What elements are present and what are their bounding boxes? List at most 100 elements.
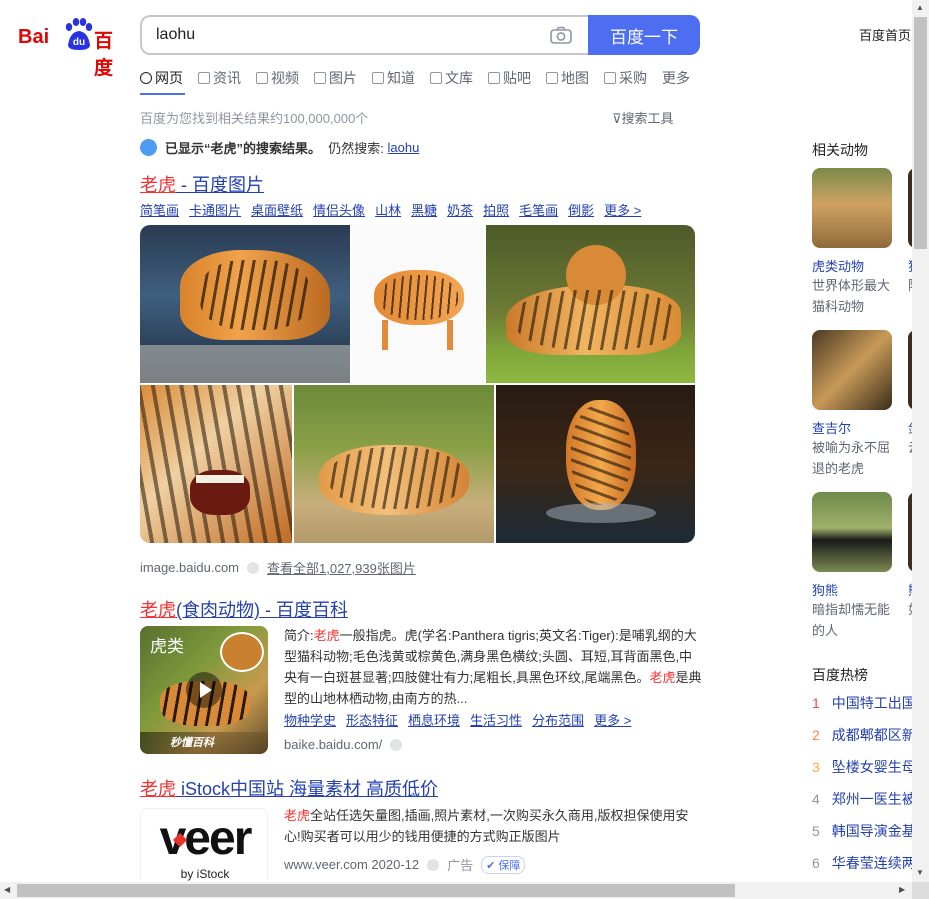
tab-4[interactable]: 知道 — [372, 68, 415, 88]
baike-source-url[interactable]: baike.baidu.com/ — [284, 737, 382, 752]
active-tab-underline — [140, 93, 185, 95]
tab-7[interactable]: 地图 — [546, 68, 589, 88]
horizontal-scrollbar-thumb[interactable] — [17, 884, 735, 897]
veer-source-url[interactable]: www.veer.com 2020-12 — [284, 857, 419, 872]
tiger-image-1[interactable] — [140, 225, 350, 383]
image-sublink[interactable]: 桌面壁纸 — [251, 200, 303, 219]
tiger-image-6[interactable] — [496, 385, 695, 543]
notice-still: 仍然搜索: — [328, 141, 384, 156]
scroll-right-arrow-icon[interactable]: ▶ — [899, 885, 905, 894]
image-sublink[interactable]: 毛笔画 — [519, 200, 558, 219]
tieba-icon — [488, 72, 500, 84]
veer-logo-text: veer — [159, 812, 253, 865]
related-animal-name[interactable]: 查吉尔 — [812, 418, 851, 437]
image-sublink[interactable]: 黑糖 — [411, 200, 437, 219]
tab-0[interactable]: 网页 — [140, 68, 183, 88]
hot-title[interactable]: 华春莹连续两 — [832, 853, 912, 873]
veer-logo-thumbnail[interactable]: veer by iStock — [140, 808, 268, 888]
search-tools-button[interactable]: ⊽搜索工具 — [612, 108, 674, 127]
chevron-down-icon[interactable] — [427, 858, 440, 871]
hot-list-row[interactable]: 5 韩国导演金基 — [812, 815, 912, 847]
result-image-title[interactable]: 老虎 - 百度图片 — [140, 171, 264, 197]
image-sublink[interactable]: 情侣头像 — [313, 200, 365, 219]
image-sublink[interactable]: 简笔画 — [140, 200, 179, 219]
tab-5[interactable]: 文库 — [430, 68, 473, 88]
hot-list-row[interactable]: 4 郑州一医生被 — [812, 783, 912, 815]
doc-icon — [430, 72, 442, 84]
related-animal-image[interactable] — [812, 168, 892, 248]
baike-sublink[interactable]: 更多 > — [594, 710, 631, 729]
tab-8[interactable]: 采购 — [604, 68, 647, 88]
result-veer-title[interactable]: 老虎 iStock中国站 海量素材 高质低价 — [140, 775, 438, 801]
hot-list-row[interactable]: 6 华春莹连续两 — [812, 847, 912, 879]
image-sublink[interactable]: 拍照 — [483, 200, 509, 219]
chevron-down-icon[interactable] — [247, 561, 259, 574]
related-animal-desc: 被喻为永不屈退的老虎 — [812, 440, 891, 476]
tab-label: 文库 — [445, 70, 473, 86]
baike-sublink[interactable]: 分布范围 — [532, 710, 584, 729]
original-query-link[interactable]: laohu — [388, 140, 420, 155]
image-sublink[interactable]: 奶茶 — [447, 200, 473, 219]
result-baike-title[interactable]: 老虎(食肉动物) - 百度百科 — [140, 596, 348, 622]
related-animal-name[interactable]: 虎类动物 — [812, 256, 864, 275]
shield-icon: ✔ — [486, 859, 496, 872]
search-input[interactable] — [156, 26, 536, 44]
tab-6[interactable]: 贴吧 — [488, 68, 531, 88]
tab-9[interactable]: 更多 — [662, 68, 690, 88]
scroll-up-arrow-icon[interactable]: ▲ — [916, 3, 924, 12]
tab-2[interactable]: 视频 — [256, 68, 299, 88]
result-title-highlight[interactable]: 老虎 — [140, 175, 176, 195]
related-animal-image[interactable] — [812, 330, 892, 410]
scroll-down-arrow-icon[interactable]: ▼ — [916, 868, 924, 877]
tiger-image-3[interactable] — [486, 225, 695, 383]
image-source-url[interactable]: image.baidu.com — [140, 560, 239, 575]
camera-icon[interactable] — [550, 26, 572, 44]
baike-sublink[interactable]: 形态特征 — [346, 710, 398, 729]
chevron-down-icon[interactable] — [390, 738, 403, 751]
baike-video-thumbnail[interactable]: 虎类 秒懂百科 — [140, 626, 268, 754]
hot-title[interactable]: 坠楼女婴生母 — [832, 757, 912, 777]
veer-source: www.veer.com 2020-12 广告 ✔ 保障 — [284, 855, 526, 874]
related-animal-image[interactable] — [812, 492, 892, 572]
vertical-scrollbar-thumb[interactable] — [914, 17, 927, 249]
search-button[interactable]: 百度一下 — [588, 15, 700, 55]
hot-list-row[interactable]: 3 坠楼女婴生母 — [812, 751, 912, 783]
baike-sublink[interactable]: 栖息环境 — [408, 710, 460, 729]
baidu-home-link[interactable]: 百度首页 — [859, 25, 911, 44]
result-title-rest[interactable]: (食肉动物) - 百度百科 — [176, 600, 348, 620]
play-icon[interactable] — [186, 672, 222, 708]
related-animal-name[interactable]: 狗熊 — [812, 580, 838, 599]
baike-sublink[interactable]: 物种学史 — [284, 710, 336, 729]
tab-1[interactable]: 资讯 — [198, 68, 241, 88]
image-sublink[interactable]: 山林 — [375, 200, 401, 219]
tiger-image-4[interactable] — [140, 385, 292, 543]
image-sublink[interactable]: 更多 > — [604, 200, 641, 219]
guarantee-badge[interactable]: ✔ 保障 — [481, 855, 526, 874]
image-sublink[interactable]: 卡通图片 — [189, 200, 241, 219]
tiger-image-2[interactable] — [352, 225, 484, 383]
scroll-left-arrow-icon[interactable]: ◀ — [4, 885, 10, 894]
result-title-highlight[interactable]: 老虎 — [140, 779, 176, 799]
result-title-highlight[interactable]: 老虎 — [140, 600, 176, 620]
hot-rank: 1 — [812, 695, 820, 711]
hot-list-row[interactable]: 2 成都郫都区新 — [812, 719, 912, 751]
baike-sublink[interactable]: 生活习性 — [470, 710, 522, 729]
view-all-images-link[interactable]: 查看全部1,027,939张图片 — [267, 558, 416, 577]
baidu-logo[interactable]: Bai du 百度 — [18, 17, 124, 79]
filter-icon: ⊽ — [612, 111, 622, 126]
tiger-image-grid — [140, 225, 695, 543]
hot-list-heading: 百度热榜 — [812, 667, 868, 683]
news-icon — [198, 72, 210, 84]
summary-highlight: 老虎 — [313, 628, 340, 643]
hot-title[interactable]: 韩国导演金基 — [832, 821, 912, 841]
hot-title[interactable]: 中国特工出国 — [832, 693, 912, 713]
result-title-rest[interactable]: iStock中国站 海量素材 高质低价 — [176, 779, 438, 799]
image-sublink[interactable]: 倒影 — [568, 200, 594, 219]
hot-title[interactable]: 成都郫都区新 — [832, 725, 912, 745]
tab-3[interactable]: 图片 — [314, 68, 357, 88]
hot-list-row[interactable]: 1 中国特工出国 — [812, 687, 912, 719]
tiger-image-5[interactable] — [294, 385, 494, 543]
result-title-rest[interactable]: - 百度图片 — [176, 175, 264, 195]
hot-title[interactable]: 郑州一医生被 — [832, 789, 912, 809]
paw-icon — [140, 139, 157, 156]
